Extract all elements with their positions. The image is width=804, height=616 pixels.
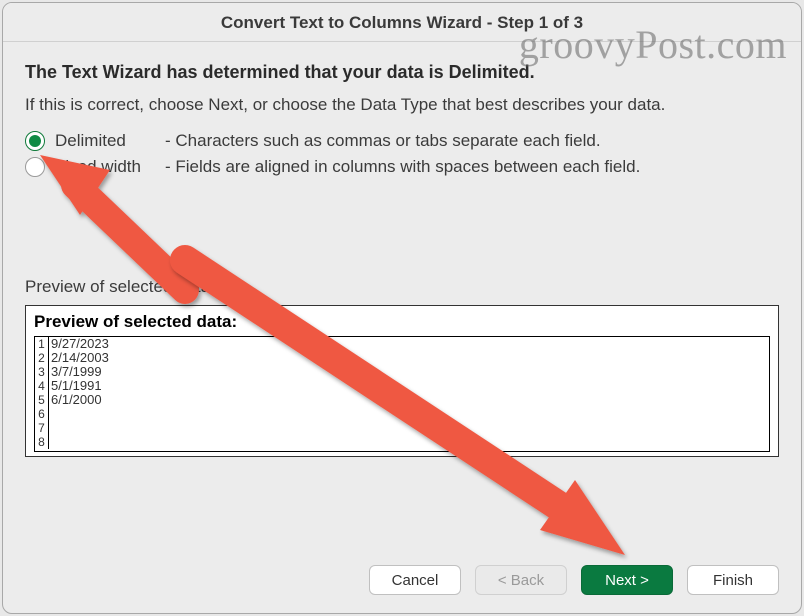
table-row: 7 [35,421,769,435]
finish-button[interactable]: Finish [687,565,779,595]
button-row: Cancel < Back Next > Finish [369,565,779,595]
option-delimited-label: Delimited [55,131,165,151]
back-button: < Back [475,565,567,595]
table-row: 6 [35,407,769,421]
row-value [49,407,51,421]
row-index: 5 [35,393,49,407]
radio-delimited[interactable] [25,131,45,151]
row-value: 6/1/2000 [49,393,102,407]
wizard-heading: The Text Wizard has determined that your… [25,62,779,83]
wizard-dialog: Convert Text to Columns Wizard - Step 1 … [2,2,802,614]
row-value: 3/7/1999 [49,365,102,379]
wizard-subtext: If this is correct, choose Next, or choo… [25,95,779,115]
row-index: 3 [35,365,49,379]
option-fixed-width-desc: - Fields are aligned in columns with spa… [165,157,640,177]
preview-label: Preview of selected data: [25,277,779,297]
preview-box: Preview of selected data: 19/27/2023 22/… [25,305,779,457]
row-value [49,421,51,435]
option-delimited-desc: - Characters such as commas or tabs sepa… [165,131,601,151]
option-fixed-width[interactable]: Fixed width - Fields are aligned in colu… [25,157,779,177]
option-fixed-width-label: Fixed width [55,157,165,177]
row-value: 9/27/2023 [49,337,109,351]
cancel-button[interactable]: Cancel [369,565,461,595]
preview-data-frame: 19/27/2023 22/14/2003 33/7/1999 45/1/199… [34,336,770,452]
next-button[interactable]: Next > [581,565,673,595]
table-row: 56/1/2000 [35,393,769,407]
row-index: 1 [35,337,49,351]
row-index: 4 [35,379,49,393]
row-index: 6 [35,407,49,421]
table-row: 19/27/2023 [35,337,769,351]
row-value: 5/1/1991 [49,379,102,393]
radio-fixed-width[interactable] [25,157,45,177]
dialog-title: Convert Text to Columns Wizard - Step 1 … [3,3,801,42]
table-row: 33/7/1999 [35,365,769,379]
dialog-content: The Text Wizard has determined that your… [3,42,801,457]
preview-title: Preview of selected data: [34,312,770,332]
row-index: 7 [35,421,49,435]
option-delimited[interactable]: Delimited - Characters such as commas or… [25,131,779,151]
row-value [49,435,51,449]
row-value: 2/14/2003 [49,351,109,365]
table-row: 22/14/2003 [35,351,769,365]
row-index: 8 [35,435,49,449]
table-row: 45/1/1991 [35,379,769,393]
table-row: 8 [35,435,769,449]
row-index: 2 [35,351,49,365]
